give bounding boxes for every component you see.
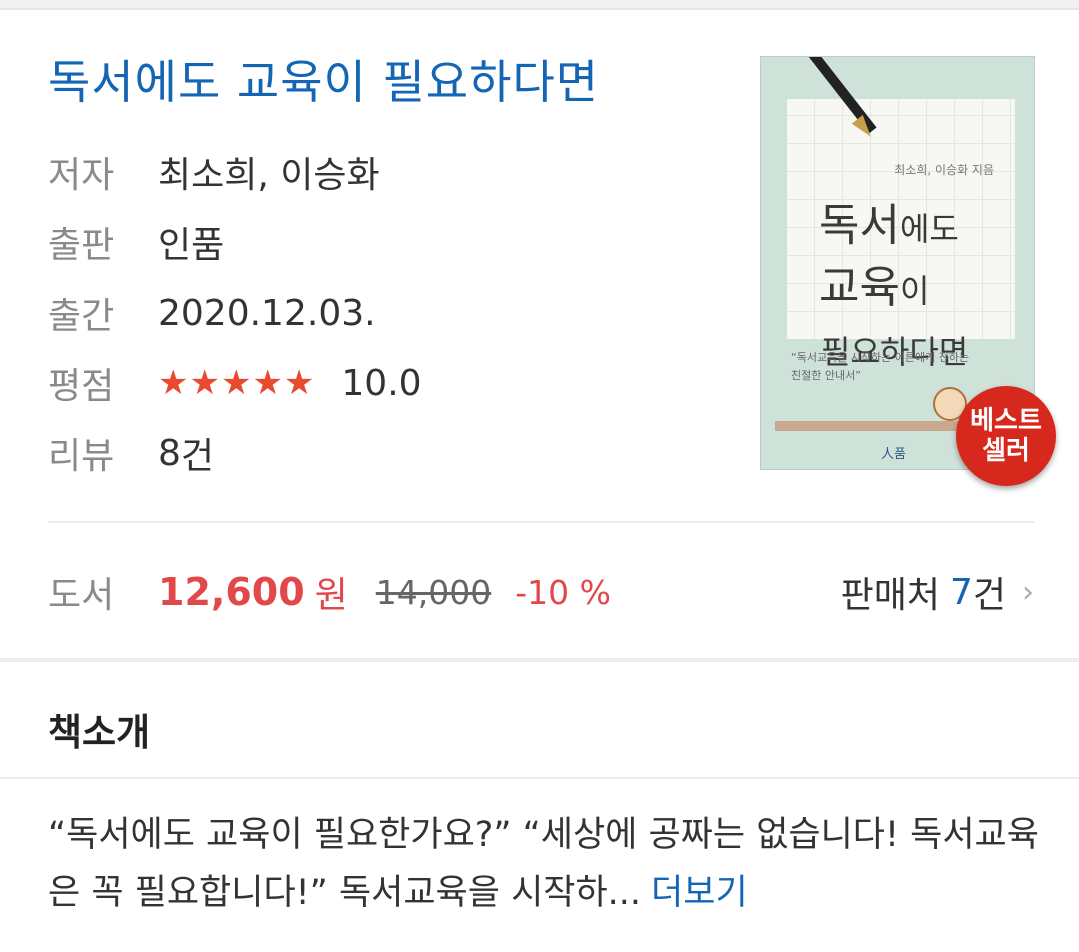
star-rating-icon: ★★★★★ [158, 363, 316, 403]
review-unit: 건 [180, 436, 215, 477]
sellers-label: 판매처 [840, 575, 940, 616]
publisher-link[interactable]: 인품 [158, 216, 224, 268]
author-row: 저자 최소희, 이승화 [48, 147, 380, 197]
author-link[interactable]: 최소희, 이승화 [158, 146, 380, 198]
chevron-right-icon: › [1022, 574, 1034, 610]
cover-subtitle: “독서교육을 시작하는 어른에게 전하는 친절한 안내서” [791, 351, 970, 382]
sellers-count: 7 [949, 571, 973, 613]
original-price: 14,000 [375, 572, 492, 612]
cover-title-line2: 교육이 [819, 262, 930, 313]
publisher-row: 출판 인품 [48, 217, 224, 267]
top-divider [0, 0, 1079, 10]
intro-divider [0, 777, 1079, 779]
currency-unit: 원 [314, 575, 348, 616]
intro-text: “독서에도 교육이 필요한가요?” “세상에 공짜는 없습니다! 독서교육은 꼭… [48, 815, 1039, 913]
section-band [0, 658, 1079, 662]
book-title[interactable]: 독서에도 교육이 필요하다면 [48, 46, 599, 112]
price-row: 도서 12,600 원 14,000 -10 % 판매처 7 건 › [48, 565, 1034, 619]
review-count[interactable]: 8 [158, 433, 181, 474]
sellers-unit: 건 [972, 575, 1006, 616]
badge-line1: 베스트 [970, 406, 1042, 436]
review-label: 리뷰 [48, 436, 115, 477]
review-row[interactable]: 리뷰 8 건 [48, 428, 214, 478]
cover-author: 최소희, 이승화 지음 [894, 163, 994, 177]
section-divider [48, 521, 1034, 523]
intro-text-block: “독서에도 교육이 필요한가요?” “세상에 공짜는 없습니다! 독서교육은 꼭… [48, 806, 1048, 922]
cover-publisher-logo: 人품 [881, 447, 906, 462]
rating-row: 평점 ★★★★★ 10.0 [48, 358, 422, 408]
publisher-label: 출판 [48, 225, 115, 266]
sale-price: 12,600 [158, 570, 305, 614]
rating-label: 평점 [48, 366, 115, 407]
sellers-link[interactable]: 판매처 7 건 › [841, 566, 1034, 618]
date-label: 출간 [48, 296, 115, 337]
more-link[interactable]: 더보기 [651, 873, 748, 913]
cover-title-line1: 독서에도 [819, 200, 959, 251]
intro-heading: 책소개 [48, 711, 151, 754]
badge-line2: 셀러 [982, 436, 1030, 466]
discount-rate: -10 % [515, 572, 611, 612]
date-row: 출간 2020.12.03. [48, 288, 376, 338]
price-label: 도서 [48, 575, 115, 616]
bestseller-badge: 베스트 셀러 [956, 386, 1056, 486]
rating-value: 10.0 [341, 362, 422, 404]
publish-date: 2020.12.03. [158, 292, 376, 334]
author-label: 저자 [48, 155, 115, 196]
